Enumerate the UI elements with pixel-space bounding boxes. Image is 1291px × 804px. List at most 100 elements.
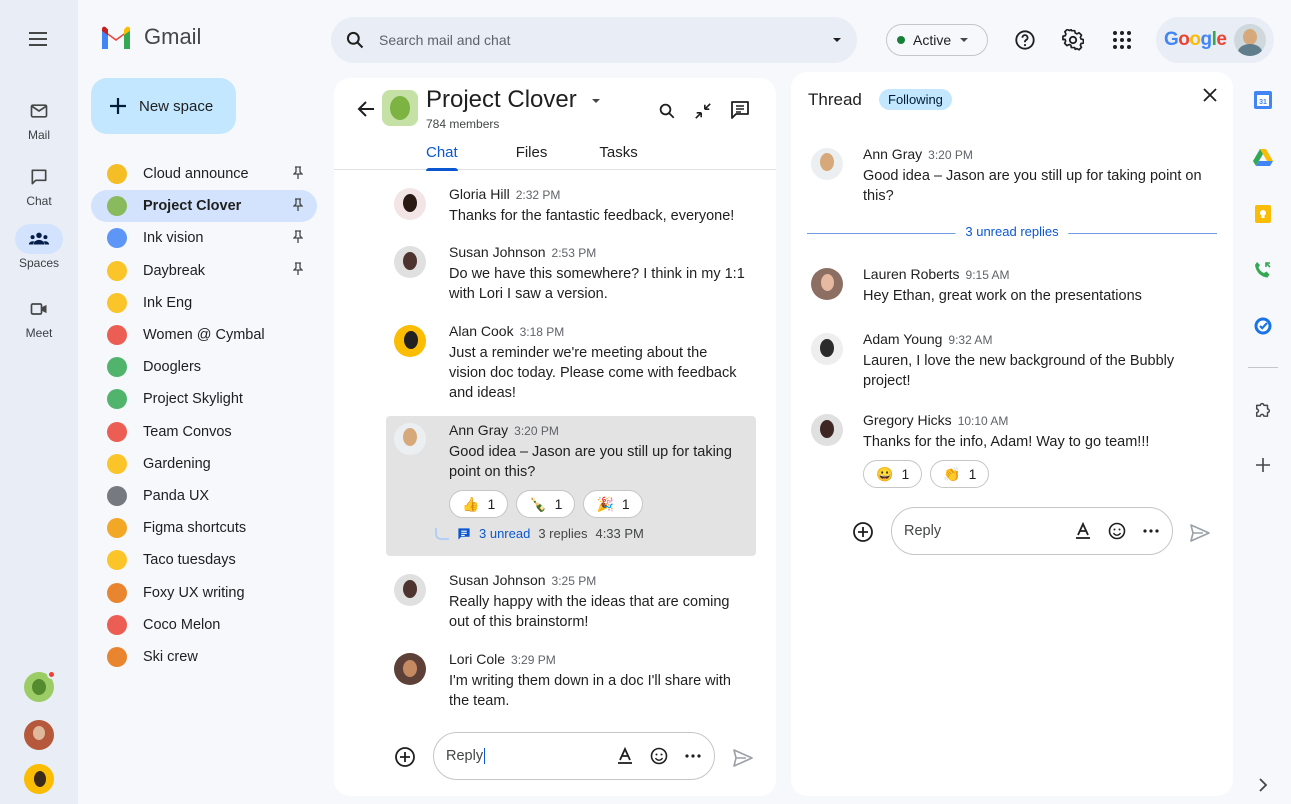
more-options-icon[interactable]	[684, 747, 702, 765]
chat-message[interactable]: Lori Cole 3:29 PM I'm writing them down i…	[386, 651, 756, 711]
search-icon[interactable]	[658, 102, 676, 120]
space-item[interactable]: Project Clover	[91, 190, 317, 223]
thread-reply-compose[interactable]: Reply	[891, 507, 1173, 555]
space-item[interactable]: Gardening	[91, 448, 317, 480]
add-app-plus-icon[interactable]	[1252, 454, 1274, 476]
search-options-icon[interactable]	[831, 34, 843, 46]
send-icon[interactable]	[732, 747, 754, 769]
space-item-label: Women @ Cymbal	[143, 327, 265, 344]
apps-grid-icon[interactable]	[1110, 28, 1134, 52]
message-time: 3:18 PM	[519, 325, 565, 339]
dm-avatar[interactable]	[24, 764, 54, 794]
space-item[interactable]: Taco tuesdays	[91, 544, 317, 576]
calendar-icon[interactable]: 31	[1252, 89, 1274, 111]
space-item[interactable]: Dooglers	[91, 351, 317, 383]
space-emoji-avatar	[107, 260, 127, 281]
avatar	[811, 268, 843, 300]
space-item[interactable]: Cloud announce	[91, 158, 317, 190]
reaction-chip[interactable]: 🍾 1	[516, 490, 576, 518]
back-arrow-icon[interactable]	[356, 99, 376, 119]
message-text: Just a reminder we're meeting about the …	[449, 345, 737, 401]
pin-icon[interactable]	[291, 262, 305, 279]
dm-avatar[interactable]	[24, 720, 54, 750]
thread-summary[interactable]: 3 unread 3 replies 4:33 PM	[435, 526, 748, 541]
new-space-button[interactable]: New space	[91, 78, 236, 134]
settings-gear-icon[interactable]	[1061, 28, 1085, 52]
thread-root-message[interactable]: Ann Gray 3:20 PM Good idea – Jason are yo…	[803, 146, 1223, 206]
tab-files[interactable]: Files	[500, 144, 564, 161]
add-attachment-icon[interactable]	[394, 746, 416, 768]
more-options-icon[interactable]	[1142, 522, 1160, 540]
unread-replies-link[interactable]: 3 unread	[479, 526, 530, 541]
chevron-down-icon[interactable]	[591, 96, 601, 106]
gmail-logo[interactable]: Gmail	[100, 24, 201, 50]
emoji-icon[interactable]	[1108, 522, 1126, 540]
search-bar[interactable]: Search mail and chat	[331, 17, 857, 63]
chat-message[interactable]: Susan Johnson 3:25 PM Really happy with t…	[386, 572, 756, 632]
rail-item-chat[interactable]: Chat	[0, 162, 78, 208]
rail-item-mail[interactable]: Mail	[0, 96, 78, 142]
phone-icon[interactable]	[1252, 259, 1274, 281]
close-icon[interactable]	[1201, 86, 1219, 104]
space-avatar-clover[interactable]	[24, 670, 56, 702]
drive-icon[interactable]	[1252, 146, 1274, 168]
thread-reply[interactable]: Lauren Roberts 9:15 AM Hey Ethan, great w…	[803, 266, 1223, 310]
chat-message[interactable]: Susan Johnson 2:53 PM Do we have this som…	[386, 244, 756, 314]
keep-icon[interactable]	[1252, 203, 1274, 225]
tab-chat[interactable]: Chat	[410, 144, 474, 171]
space-item[interactable]: Figma shortcuts	[91, 512, 317, 544]
format-text-icon[interactable]	[1074, 522, 1092, 540]
tasks-icon[interactable]	[1252, 315, 1274, 337]
send-icon[interactable]	[1189, 522, 1211, 544]
add-attachment-icon[interactable]	[852, 521, 874, 543]
thread-reply[interactable]: Gregory Hicks 10:10 AM Thanks for the inf…	[803, 412, 1223, 492]
search-input[interactable]: Search mail and chat	[379, 32, 831, 48]
space-item[interactable]: Ski crew	[91, 641, 317, 673]
thread-list-icon[interactable]	[730, 100, 750, 120]
collapse-icon[interactable]	[694, 102, 712, 120]
reply-compose[interactable]: Reply	[433, 732, 715, 780]
reaction-chip[interactable]: 😀 1	[863, 460, 923, 488]
reply-input[interactable]: Reply	[446, 748, 486, 764]
help-icon[interactable]	[1013, 28, 1037, 52]
space-emoji-avatar	[107, 292, 127, 313]
chat-title[interactable]: Project Clover	[426, 86, 601, 114]
thread-reply[interactable]: Adam Young 9:32 AM Lauren, I love the new…	[803, 331, 1223, 391]
rail-label-chat: Chat	[26, 194, 52, 208]
following-chip[interactable]: Following	[879, 89, 952, 110]
space-item[interactable]: Project Skylight	[91, 383, 317, 415]
space-item[interactable]: Ink Eng	[91, 287, 317, 319]
search-icon[interactable]	[345, 30, 365, 50]
space-item[interactable]: Team Convos	[91, 416, 317, 448]
pin-icon[interactable]	[291, 198, 305, 215]
space-item[interactable]: Ink vision	[91, 222, 317, 254]
emoji-icon[interactable]	[650, 747, 668, 765]
tab-tasks[interactable]: Tasks	[583, 144, 653, 161]
main-menu-icon[interactable]	[26, 27, 50, 51]
space-item[interactable]: Foxy UX writing	[91, 576, 317, 608]
rail-item-spaces[interactable]: Spaces	[0, 224, 78, 270]
space-emoji-avatar	[107, 228, 127, 249]
sender-name: Adam Young	[863, 331, 943, 347]
thread-reply-input[interactable]: Reply	[904, 523, 1058, 539]
space-emoji-avatar	[107, 485, 127, 506]
expand-panel-chevron-icon[interactable]	[1252, 774, 1274, 796]
space-item[interactable]: Daybreak	[91, 255, 317, 287]
chat-message[interactable]: Alan Cook 3:18 PM Just a reminder we're m…	[386, 323, 756, 411]
space-item[interactable]: Coco Melon	[91, 609, 317, 641]
space-emoji-avatar	[107, 389, 127, 410]
space-item[interactable]: Panda UX	[91, 480, 317, 512]
pin-icon[interactable]	[291, 165, 305, 183]
chat-message-highlighted[interactable]: Ann Gray 3:20 PM Good idea – Jason are yo…	[386, 416, 756, 556]
format-text-icon[interactable]	[616, 747, 634, 765]
avatar	[811, 148, 843, 180]
reaction-chip[interactable]: 👍 1	[449, 490, 509, 518]
status-selector[interactable]: Active	[886, 24, 988, 56]
reaction-chip[interactable]: 👏 1	[930, 460, 990, 488]
chat-message[interactable]: Gloria Hill 2:32 PM Thanks for the fantas…	[386, 186, 756, 236]
pin-icon[interactable]	[291, 230, 305, 247]
reaction-chip[interactable]: 🎉 1	[583, 490, 643, 518]
rail-item-meet[interactable]: Meet	[0, 294, 78, 340]
addons-puzzle-icon[interactable]	[1252, 398, 1274, 420]
space-item[interactable]: Women @ Cymbal	[91, 319, 317, 351]
